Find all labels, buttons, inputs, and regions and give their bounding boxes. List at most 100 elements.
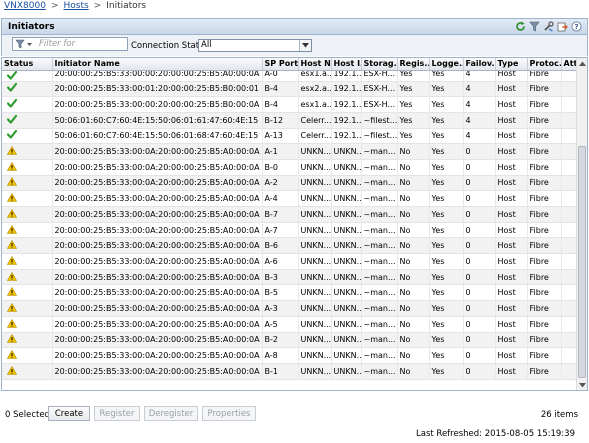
breadcrumb-hosts[interactable]: Hosts xyxy=(64,1,89,11)
failover-mode-cell: 4 xyxy=(463,112,496,129)
logged-in-cell: Yes xyxy=(429,347,464,364)
column-header[interactable]: Storag... xyxy=(361,58,398,71)
failover-mode-cell: 0 xyxy=(463,190,496,207)
initiator-name-cell: 20:00:00:25:B5:33:00:01:20:00:00:25:B5:B… xyxy=(52,81,263,98)
column-header[interactable]: Host I... xyxy=(331,58,362,71)
status-cell xyxy=(2,284,53,302)
table-row[interactable]: 20:00:00:25:B5:33:00:01:20:00:00:25:B5:B… xyxy=(2,81,579,98)
chevron-down-icon[interactable] xyxy=(299,40,311,51)
scroll-up-icon[interactable] xyxy=(577,58,587,68)
initiator-name-cell: 20:00:00:25:B5:33:00:00:20:00:00:25:B5:B… xyxy=(52,96,263,113)
table-row[interactable]: 20:00:00:25:B5:33:00:0A:20:00:00:25:B5:A… xyxy=(2,363,579,380)
status-cell xyxy=(2,332,53,349)
initiator-name-cell: 20:00:00:25:B5:33:00:0A:20:00:00:25:B5:A… xyxy=(52,347,263,364)
register-button[interactable]: Register xyxy=(94,406,140,421)
column-header[interactable]: SP Port xyxy=(262,58,299,71)
table-row[interactable]: 20:00:00:25:B5:33:00:00:20:00:00:25:B5:B… xyxy=(2,96,579,113)
sp-port-cell: B-3 xyxy=(262,269,299,286)
storage-group-cell: ~filest... xyxy=(361,112,398,129)
storage-group-cell: ESX-H... xyxy=(361,70,398,82)
status-cell xyxy=(2,300,53,317)
type-cell: Host xyxy=(495,70,528,82)
column-header[interactable]: Status xyxy=(2,58,53,71)
table-row[interactable]: 20:00:00:25:B5:33:00:0A:20:00:00:25:B5:A… xyxy=(2,347,579,364)
tools-icon[interactable] xyxy=(541,20,555,33)
table-row[interactable]: 20:00:00:25:B5:33:00:0A:20:00:00:25:B5:A… xyxy=(2,190,579,207)
host-name-cell: UNKN... xyxy=(298,253,332,270)
table-row[interactable]: 20:00:00:25:B5:33:00:0A:20:00:00:25:B5:A… xyxy=(2,159,579,176)
host-ip-cell: UNKN... xyxy=(331,206,362,223)
sp-port-cell: A-13 xyxy=(262,128,299,145)
scrollbar-thumb[interactable] xyxy=(578,146,586,378)
create-button[interactable]: Create xyxy=(48,406,90,421)
warning-icon xyxy=(6,224,18,236)
table-header-row: StatusInitiator NameSP PortHost N...Host… xyxy=(2,58,579,71)
table-row[interactable]: 50:06:01:60:C7:60:4E:15:50:06:01:61:47:6… xyxy=(2,112,579,129)
logged-in-cell: Yes xyxy=(429,316,464,333)
table-row[interactable]: 20:00:00:25:B5:33:00:0A:20:00:00:25:B5:A… xyxy=(2,143,579,160)
storage-group-cell: ~man... xyxy=(361,300,398,317)
column-header[interactable]: Host N... xyxy=(298,58,332,71)
column-header[interactable]: Regis... xyxy=(397,58,430,71)
table-row[interactable]: 20:00:00:25:B5:33:00:0A:20:00:00:25:B5:A… xyxy=(2,253,579,270)
export-icon[interactable] xyxy=(555,20,569,33)
failover-mode-cell: 0 xyxy=(463,143,496,160)
table-row[interactable]: 20:00:00:25:B5:33:00:00:20:00:00:25:B5:A… xyxy=(2,70,579,82)
connection-status-select[interactable]: All xyxy=(198,39,312,52)
table-row[interactable]: 20:00:00:25:B5:33:00:0A:20:00:00:25:B5:A… xyxy=(2,269,579,286)
column-header[interactable]: Protoc... xyxy=(527,58,562,71)
table-row[interactable]: 20:00:00:25:B5:33:00:0A:20:00:00:25:B5:A… xyxy=(2,175,579,192)
failover-mode-cell: 4 xyxy=(463,81,496,98)
help-icon[interactable]: ? xyxy=(569,20,583,33)
filter-icon[interactable] xyxy=(527,20,541,33)
warning-icon xyxy=(6,145,18,157)
logged-in-cell: Yes xyxy=(429,300,464,317)
table-row[interactable]: 50:06:01:60:C7:60:4E:15:50:06:01:68:47:6… xyxy=(2,128,579,145)
registered-cell: No xyxy=(397,284,430,302)
logged-in-cell: Yes xyxy=(429,222,464,239)
warning-icon xyxy=(6,365,18,377)
column-header[interactable]: Type xyxy=(495,58,528,71)
host-name-cell: UNKN... xyxy=(298,347,332,364)
table-row[interactable]: 20:00:00:25:B5:33:00:0A:20:00:00:25:B5:A… xyxy=(2,206,579,223)
protocol-cell: Fibre xyxy=(527,128,562,145)
initiator-name-cell: 20:00:00:25:B5:33:00:0A:20:00:00:25:B5:A… xyxy=(52,253,263,270)
scroll-down-icon[interactable] xyxy=(577,380,587,390)
failover-mode-cell: 0 xyxy=(463,269,496,286)
connection-status-value: All xyxy=(201,40,212,50)
table-row[interactable]: 20:00:00:25:B5:33:00:0A:20:00:00:25:B5:A… xyxy=(2,300,579,317)
failover-mode-cell: 0 xyxy=(463,300,496,317)
logged-in-cell: Yes xyxy=(429,253,464,270)
host-name-cell: UNKN... xyxy=(298,332,332,349)
panel-header: Initiators ? xyxy=(1,18,588,35)
initiator-name-cell: 20:00:00:25:B5:33:00:0A:20:00:00:25:B5:A… xyxy=(52,143,263,160)
column-header[interactable]: Logge... xyxy=(429,58,464,71)
storage-group-cell: ~man... xyxy=(361,316,398,333)
table-row[interactable]: 20:00:00:25:B5:33:00:0A:20:00:00:25:B5:A… xyxy=(2,316,579,333)
warning-icon xyxy=(6,208,18,220)
table-row[interactable]: 20:00:00:25:B5:33:00:0A:20:00:00:25:B5:A… xyxy=(2,332,579,349)
column-header[interactable]: Failov... xyxy=(463,58,496,71)
host-name-cell: esx1.a... xyxy=(298,96,332,113)
table-row[interactable]: 20:00:00:25:B5:33:00:0A:20:00:00:25:B5:A… xyxy=(2,284,579,302)
host-ip-cell: UNKN... xyxy=(331,159,362,176)
host-name-cell: UNKN... xyxy=(298,269,332,286)
table-row[interactable]: 20:00:00:25:B5:33:00:0A:20:00:00:25:B5:A… xyxy=(2,222,579,239)
properties-button[interactable]: Properties xyxy=(202,406,256,421)
status-cell xyxy=(2,143,53,160)
status-cell xyxy=(2,70,53,82)
column-header[interactable]: Initiator Name xyxy=(52,58,263,71)
warning-icon xyxy=(6,287,18,298)
deregister-button[interactable]: Deregister xyxy=(144,406,198,421)
refresh-icon[interactable] xyxy=(513,20,527,33)
table-row[interactable]: 20:00:00:25:B5:33:00:0A:20:00:00:25:B5:A… xyxy=(2,237,579,255)
host-ip-cell: UNKN... xyxy=(331,284,362,302)
registered-cell: No xyxy=(397,206,430,223)
vertical-scrollbar[interactable] xyxy=(576,58,587,390)
logged-in-cell: Yes xyxy=(429,269,464,286)
initiator-name-cell: 50:06:01:60:C7:60:4E:15:50:06:01:68:47:6… xyxy=(52,128,263,145)
breadcrumb-vnx8000[interactable]: VNX8000 xyxy=(4,1,46,11)
filter-dropdown-icon[interactable] xyxy=(15,39,35,52)
sp-port-cell: B-5 xyxy=(262,284,299,302)
filter-input[interactable]: Filter for xyxy=(12,37,128,51)
